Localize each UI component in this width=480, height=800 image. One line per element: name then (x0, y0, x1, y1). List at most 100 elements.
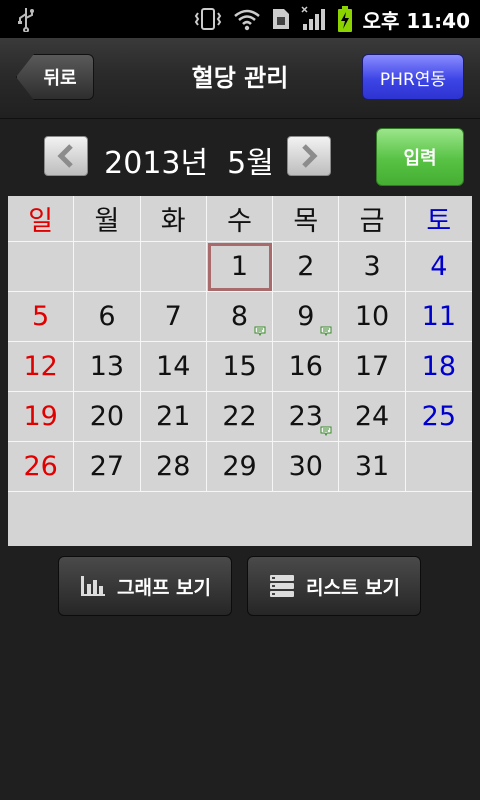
back-button[interactable]: 뒤로 (16, 54, 94, 100)
day-cell[interactable]: 22 (206, 392, 274, 442)
day-cell[interactable]: 17 (339, 342, 406, 392)
day-cell[interactable]: 4 (405, 242, 472, 292)
day-number: 7 (164, 301, 182, 332)
graph-view-button[interactable]: 그래프 보기 (58, 556, 232, 616)
day-cell[interactable]: 1 (206, 242, 274, 292)
status-time: 오후 11:40 (362, 8, 470, 33)
day-number: 24 (354, 401, 390, 432)
day-number: 20 (89, 401, 125, 432)
day-number: 8 (230, 301, 249, 332)
day-number: 9 (297, 301, 315, 332)
input-button[interactable]: 입력 (376, 128, 464, 186)
day-number: 28 (156, 451, 191, 482)
bar-chart-icon (80, 576, 105, 596)
record-marker-icon (320, 426, 332, 436)
day-number: 16 (288, 351, 323, 382)
weekday-header: 목 (273, 196, 340, 242)
day-number: 12 (23, 351, 58, 382)
status-bar: 오후 11:40 (0, 0, 480, 38)
day-number: 10 (354, 301, 390, 332)
day-cell[interactable]: 3 (339, 242, 406, 292)
day-cell[interactable]: 28 (140, 442, 207, 492)
weekday-header: 금 (339, 196, 406, 242)
prev-month-button[interactable] (44, 136, 88, 176)
empty-day-cell (405, 442, 472, 492)
day-number: 31 (354, 451, 390, 482)
day-cell[interactable]: 31 (339, 442, 406, 492)
day-number: 22 (222, 401, 257, 432)
day-cell[interactable]: 9 (273, 292, 340, 342)
day-number: 15 (222, 351, 257, 382)
day-number: 11 (421, 301, 457, 332)
list-view-button[interactable]: 리스트 보기 (247, 556, 421, 616)
day-number: 2 (297, 251, 315, 282)
day-number: 3 (363, 251, 381, 282)
day-cell[interactable]: 21 (140, 392, 207, 442)
day-cell[interactable]: 30 (273, 442, 340, 492)
chevron-left-icon (57, 144, 73, 168)
list-icon (269, 575, 294, 597)
list-view-label: 리스트 보기 (305, 576, 400, 599)
day-number: 6 (98, 301, 116, 332)
weekday-header: 일 (8, 196, 75, 242)
graph-view-label: 그래프 보기 (116, 576, 211, 599)
weekday-header: 수 (206, 196, 274, 242)
battery-charging-icon (337, 6, 352, 32)
usb-icon (18, 8, 34, 32)
weekday-header: 월 (74, 196, 141, 242)
wifi-icon (233, 9, 260, 31)
day-cell[interactable]: 14 (140, 342, 207, 392)
day-number: 26 (23, 451, 58, 482)
day-cell[interactable]: 20 (74, 392, 141, 442)
day-cell[interactable]: 2 (273, 242, 340, 292)
record-marker-icon (254, 326, 266, 336)
sim-icon (272, 9, 289, 29)
day-number: 14 (156, 351, 191, 382)
month-label: 2013년 5월 (104, 146, 274, 181)
day-cell[interactable]: 10 (339, 292, 406, 342)
day-cell[interactable]: 25 (405, 392, 472, 442)
chevron-right-icon (302, 144, 318, 168)
next-month-button[interactable] (287, 136, 331, 176)
day-cell[interactable]: 6 (74, 292, 141, 342)
phr-sync-button[interactable]: PHR연동 (362, 54, 464, 100)
day-number: 5 (32, 301, 50, 332)
day-number: 23 (288, 401, 323, 432)
day-number: 1 (230, 251, 249, 282)
day-cell[interactable]: 29 (206, 442, 274, 492)
day-number: 4 (430, 251, 448, 282)
day-cell[interactable]: 12 (8, 342, 75, 392)
day-cell[interactable]: 19 (8, 392, 75, 442)
day-number: 18 (421, 351, 457, 382)
day-cell[interactable]: 15 (206, 342, 274, 392)
day-number: 13 (89, 351, 125, 382)
day-number: 19 (23, 401, 58, 432)
calendar-grid: 일 월 화 수 목 금 토 1 2 3 4 5 6 7 8 9 10 11 12 13 14 15 16 17 18 19 20 21… (8, 196, 472, 492)
title-bar: 뒤로 혈당 관리 PHR연동 (0, 38, 480, 119)
day-cell[interactable]: 13 (74, 342, 141, 392)
record-marker-icon (320, 326, 332, 336)
month-navigation: 2013년 5월 입력 (0, 118, 480, 196)
day-number: 17 (354, 351, 390, 382)
day-cell[interactable]: 8 (206, 292, 274, 342)
signal-icon (301, 6, 325, 30)
day-cell[interactable]: 18 (405, 342, 472, 392)
day-cell[interactable]: 7 (140, 292, 207, 342)
weekday-header: 토 (405, 196, 472, 242)
calendar: 일 월 화 수 목 금 토 1 2 3 4 5 6 7 8 9 10 11 12 13 14 15 16 17 18 19 20 21… (8, 196, 472, 546)
day-number: 29 (222, 451, 257, 482)
day-cell[interactable]: 5 (8, 292, 75, 342)
day-number: 25 (421, 401, 457, 432)
day-cell[interactable]: 24 (339, 392, 406, 442)
empty-day-cell (8, 242, 75, 292)
day-cell[interactable]: 23 (273, 392, 340, 442)
day-cell[interactable]: 26 (8, 442, 75, 492)
vibrate-icon (194, 8, 221, 30)
weekday-header: 화 (140, 196, 207, 242)
day-number: 21 (156, 401, 191, 432)
day-cell[interactable]: 27 (74, 442, 141, 492)
day-number: 27 (89, 451, 125, 482)
empty-day-cell (140, 242, 207, 292)
day-cell[interactable]: 16 (273, 342, 340, 392)
day-cell[interactable]: 11 (405, 292, 472, 342)
